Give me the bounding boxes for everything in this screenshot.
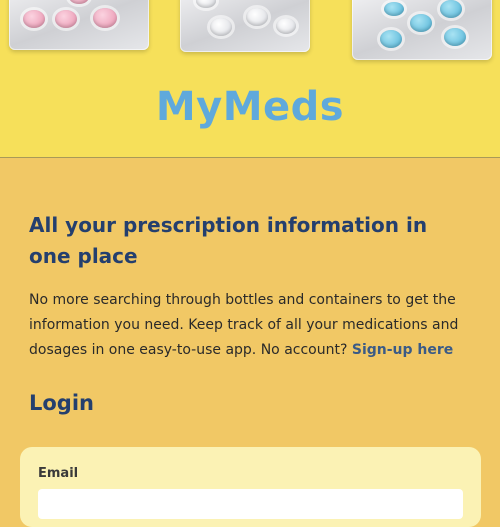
pill-image <box>210 18 232 36</box>
blister-pack-blue-image <box>352 0 492 60</box>
pill-image <box>69 0 89 4</box>
main-content: All your prescription information in one… <box>0 158 500 415</box>
blister-pack-pink-image <box>9 0 149 50</box>
intro-paragraph: No more searching through bottles and co… <box>29 288 471 363</box>
pill-image <box>440 0 462 18</box>
login-heading: Login <box>29 391 94 415</box>
pill-image <box>276 18 296 34</box>
pill-image <box>384 2 404 16</box>
brand-logo: MyMeds <box>155 84 345 130</box>
pill-image <box>196 0 216 8</box>
pill-image <box>380 30 402 48</box>
login-form: Email <box>20 447 481 527</box>
hero-banner: MyMeds <box>0 0 500 158</box>
email-field[interactable] <box>38 489 463 519</box>
pill-image <box>410 14 432 32</box>
pill-image <box>55 10 77 28</box>
email-label: Email <box>38 466 79 481</box>
pill-image <box>246 8 268 26</box>
pill-image <box>23 10 45 28</box>
page-headline: All your prescription information in one… <box>29 213 428 268</box>
signup-link[interactable]: Sign-up here <box>352 342 453 358</box>
pill-image <box>444 28 466 46</box>
pill-image <box>93 8 117 28</box>
blister-pack-white-image <box>180 0 310 52</box>
